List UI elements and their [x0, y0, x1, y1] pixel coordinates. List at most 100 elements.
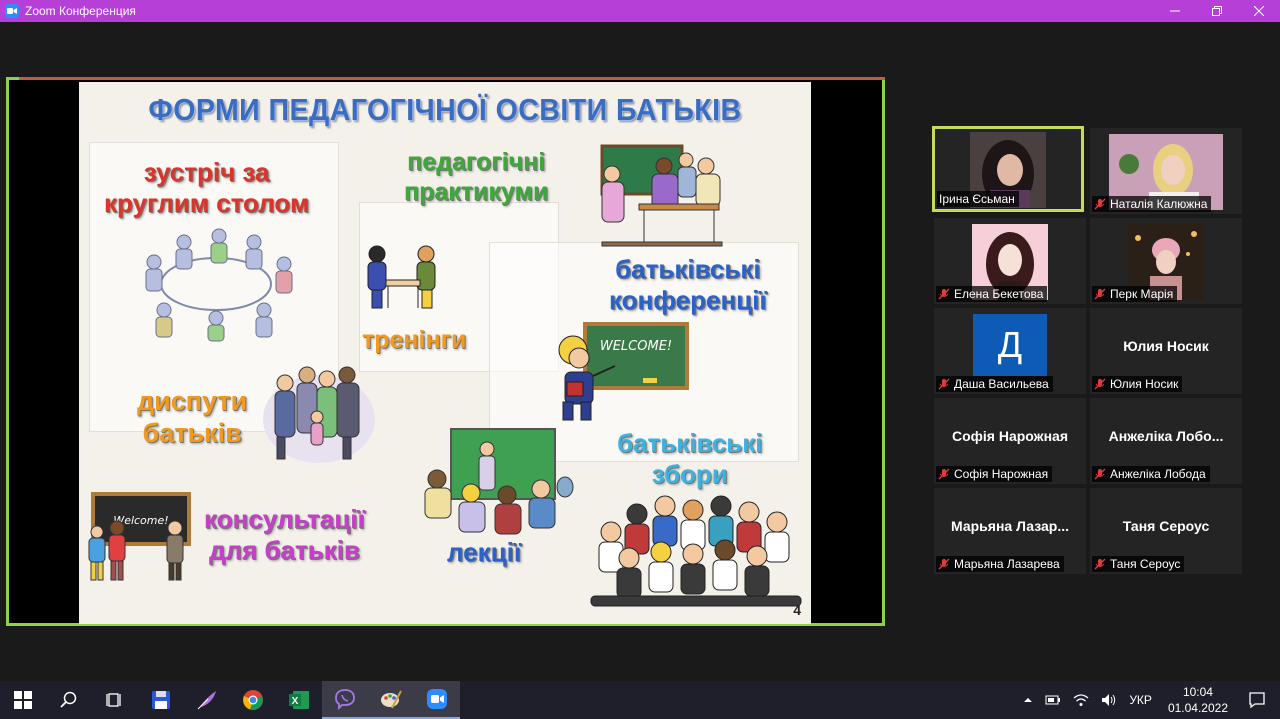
- muted-mic-icon: [1094, 288, 1106, 300]
- slide-page-number: 4: [793, 602, 801, 618]
- participant-tile[interactable]: Наталія Калюжна: [1090, 128, 1242, 214]
- show-hidden-icons-button[interactable]: [1023, 695, 1033, 705]
- taskbar-app-chrome[interactable]: [230, 681, 276, 719]
- search-button[interactable]: [46, 681, 92, 719]
- zoom-icon: [427, 689, 447, 709]
- participant-display-name: Анжеліка Лобо...: [1108, 428, 1224, 444]
- participant-avatar: Д: [973, 314, 1047, 376]
- participant-display-name: Таня Сероус: [1122, 518, 1210, 534]
- zoom-app-icon: [5, 4, 19, 18]
- save-icon: [152, 691, 170, 709]
- taskbar-app-viber[interactable]: [322, 681, 368, 719]
- close-button[interactable]: [1238, 0, 1280, 22]
- participant-nametag: Софія Нарожная: [936, 466, 1053, 482]
- participant-display-name: Марьяна Лазар...: [951, 518, 1069, 534]
- participant-tile[interactable]: Д Даша Васильева: [934, 308, 1086, 394]
- label-trainings: тренінги: [362, 326, 467, 354]
- battery-icon: [1045, 695, 1061, 705]
- input-language[interactable]: УКР: [1129, 693, 1152, 707]
- window-title: Zoom Конференция: [25, 4, 136, 18]
- slide-title: ФОРМИ ПЕДАГОГІЧНОЇ ОСВІТИ БАТЬКІВ: [148, 92, 742, 127]
- participant-tile[interactable]: Марьяна Лазар... Марьяна Лазарева: [934, 488, 1086, 574]
- close-icon: [1254, 6, 1264, 16]
- window-titlebar[interactable]: Zoom Конференция: [0, 0, 1280, 22]
- participant-nametag: Даша Васильева: [936, 376, 1053, 392]
- board-welcome-text: WELCOME!: [600, 339, 672, 354]
- participant-tile[interactable]: Елена Бекетова: [934, 218, 1086, 304]
- task-view-icon: [106, 693, 121, 707]
- shared-screen[interactable]: ФОРМИ ПЕДАГОГІЧНОЇ ОСВІТИ БАТЬКІВ зустрі…: [6, 77, 885, 626]
- parent-meeting-clipart: [590, 495, 802, 607]
- task-view-button[interactable]: [92, 681, 138, 719]
- participant-nametag: Анжеліка Лобода: [1092, 466, 1210, 482]
- participant-nametag: Таня Сероус: [1092, 556, 1185, 572]
- windows-taskbar: X УКР 10:04 01.04.2022: [0, 681, 1280, 719]
- clock-time: 10:04: [1182, 685, 1213, 699]
- presentation-slide: ФОРМИ ПЕДАГОГІЧНОЇ ОСВІТИ БАТЬКІВ зустрі…: [79, 82, 811, 624]
- start-icon: [14, 691, 32, 709]
- participant-nametag: Ірина Єсьман: [937, 191, 1019, 207]
- participant-tile[interactable]: Софія Нарожная Софія Нарожная: [934, 398, 1086, 484]
- excel-icon: X: [289, 691, 309, 709]
- muted-mic-icon: [1094, 558, 1106, 570]
- start-button[interactable]: [0, 681, 46, 719]
- search-icon: [60, 691, 77, 708]
- notification-icon: [1249, 692, 1265, 709]
- muted-mic-icon: [938, 468, 950, 480]
- participant-display-name: Софія Нарожная: [951, 428, 1068, 444]
- label-lectures: лекції: [447, 537, 522, 567]
- participant-tile[interactable]: Перк Марія: [1090, 218, 1242, 304]
- chevron-up-icon: [1024, 698, 1033, 702]
- participant-tile[interactable]: Таня Сероус Таня Сероус: [1090, 488, 1242, 574]
- label-debates: диспути батьків: [137, 386, 248, 449]
- label-practicum: педагогічні практикуми: [404, 148, 549, 206]
- minimize-button[interactable]: [1154, 0, 1196, 22]
- wifi-icon: [1073, 694, 1089, 706]
- speaker-icon: [1102, 694, 1116, 706]
- notifications-button[interactable]: [1248, 691, 1266, 709]
- taskbar-app-excel[interactable]: X: [276, 681, 322, 719]
- participant-nametag: Юлия Носик: [1092, 376, 1183, 392]
- muted-mic-icon: [938, 558, 950, 570]
- taskbar-app-paint[interactable]: [368, 681, 414, 719]
- taskbar-app-feather[interactable]: [184, 681, 230, 719]
- participant-tile[interactable]: Ірина Єсьман: [932, 126, 1084, 212]
- restore-button[interactable]: [1196, 0, 1238, 22]
- paint-icon: [381, 690, 402, 709]
- system-tray: УКР 10:04 01.04.2022: [1017, 681, 1280, 719]
- label-consultations: консультації для батьків: [204, 504, 365, 566]
- svg-text:X: X: [292, 696, 299, 707]
- practicum-clipart: [600, 144, 723, 247]
- feather-icon: [197, 691, 216, 710]
- label-meetings: батьківські збори: [617, 428, 763, 490]
- welcome-teacher-clipart: WELCOME!: [558, 322, 689, 421]
- trainings-clipart: [367, 245, 436, 309]
- taskbar-app-zoom[interactable]: [414, 681, 460, 719]
- viber-icon: [335, 689, 355, 710]
- participant-tile[interactable]: Юлия Носик Юлия Носик: [1090, 308, 1242, 394]
- minimize-icon: [1170, 10, 1180, 12]
- participant-nametag: Елена Бекетова: [936, 286, 1048, 302]
- network-button[interactable]: [1073, 693, 1089, 707]
- muted-mic-icon: [1094, 378, 1106, 390]
- label-conferences: батьківські конференції: [609, 254, 767, 316]
- muted-mic-icon: [938, 378, 950, 390]
- volume-button[interactable]: [1101, 693, 1117, 707]
- taskbar-app-save[interactable]: [138, 681, 184, 719]
- lecture-clipart: [424, 428, 574, 535]
- label-round-table: зустріч за круглим столом: [104, 157, 310, 219]
- muted-mic-icon: [1094, 468, 1106, 480]
- participant-display-name: Юлия Носик: [1123, 338, 1209, 354]
- round-table-clipart: [145, 228, 293, 342]
- clock-date: 01.04.2022: [1167, 701, 1228, 715]
- muted-mic-icon: [1094, 198, 1106, 210]
- participant-nametag: Марьяна Лазарева: [936, 556, 1064, 572]
- system-clock[interactable]: 10:04 01.04.2022: [1168, 684, 1228, 716]
- battery-button[interactable]: [1045, 694, 1061, 706]
- restore-icon: [1212, 6, 1222, 16]
- participant-tile[interactable]: Анжеліка Лобо... Анжеліка Лобода: [1090, 398, 1242, 484]
- debates-clipart: [263, 366, 375, 463]
- participant-nametag: Перк Марія: [1092, 286, 1178, 302]
- participant-nametag: Наталія Калюжна: [1092, 196, 1212, 212]
- chrome-icon: [243, 690, 263, 710]
